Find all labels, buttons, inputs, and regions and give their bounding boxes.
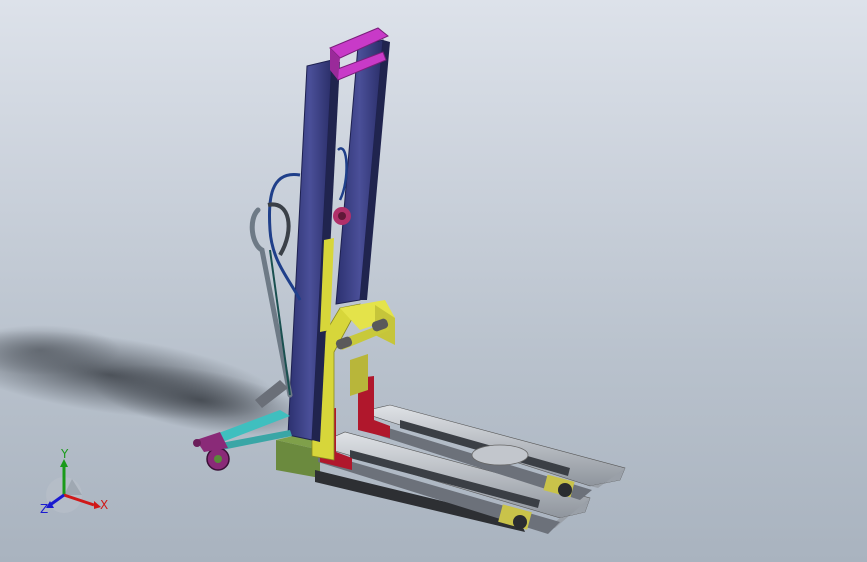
ground-shadow bbox=[0, 325, 309, 436]
model-canvas[interactable]: Y X Z bbox=[0, 0, 867, 562]
pallet-stacker-model[interactable] bbox=[193, 27, 626, 534]
mast bbox=[287, 39, 390, 442]
x-axis-label: X bbox=[100, 498, 108, 512]
3d-viewport[interactable]: Y X Z bbox=[0, 0, 867, 562]
y-axis-label: Y bbox=[60, 447, 69, 461]
z-axis-label: Z bbox=[40, 502, 48, 516]
orientation-triad[interactable]: Y X Z bbox=[40, 447, 108, 516]
